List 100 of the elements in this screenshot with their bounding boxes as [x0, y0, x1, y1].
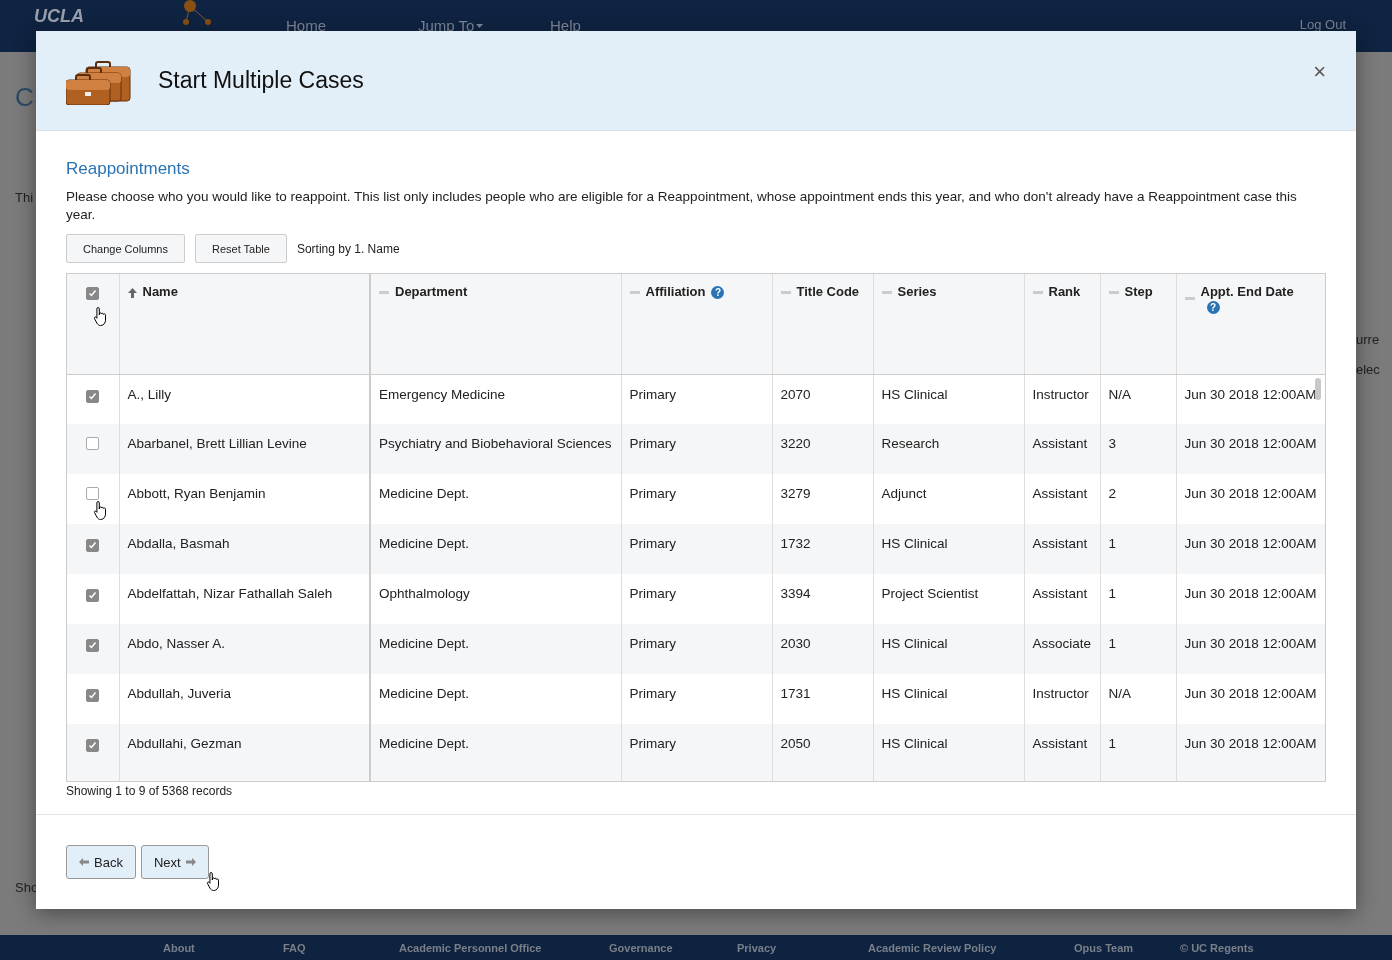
table-cell: Primary	[629, 636, 676, 651]
table-cell: 2030	[780, 636, 811, 651]
table-cell: 1732	[780, 536, 811, 551]
sort-ascending-icon[interactable]	[127, 287, 137, 298]
table-cell: Jun 30 2018 12:00AM	[1184, 636, 1317, 651]
checkbox[interactable]	[86, 287, 100, 300]
scrollbar-thumb[interactable]	[1315, 378, 1321, 400]
table-cell: Abdelfattah, Nizar Fathallah Saleh	[127, 586, 333, 601]
table-cell: 3279	[780, 486, 811, 501]
checkbox[interactable]	[86, 437, 100, 450]
column-header[interactable]: Series	[897, 284, 937, 299]
sort-none-icon[interactable]	[881, 291, 892, 295]
checkmark-icon	[88, 391, 98, 401]
table-cell: 3	[1108, 436, 1116, 451]
table-cell: Instructor	[1032, 386, 1089, 402]
next-button[interactable]: Next	[140, 845, 209, 879]
table-cell: Assistant	[1032, 436, 1088, 451]
table-cell: Jun 30 2018 12:00AM	[1184, 486, 1317, 501]
table-cell: HS Clinical	[881, 686, 948, 701]
table-cell: 1	[1108, 586, 1116, 601]
table-cell: Primary	[629, 536, 676, 551]
checkbox[interactable]	[86, 639, 100, 652]
table-cell: Abdullahi, Gezman	[127, 736, 242, 751]
table-cell: Adjunct	[881, 486, 927, 501]
hand-cursor-icon	[93, 500, 109, 521]
sort-none-icon[interactable]	[1184, 297, 1195, 301]
table-cell: Jun 30 2018 12:00AM	[1184, 586, 1317, 601]
sort-none-icon[interactable]	[1108, 291, 1119, 295]
checkmark-icon	[88, 289, 98, 298]
toolbar-button[interactable]: Change Columns	[66, 234, 185, 263]
table-cell: Jun 30 2018 12:00AM	[1184, 436, 1317, 451]
checkbox[interactable]	[86, 487, 100, 500]
table-cell: Medicine Dept.	[379, 536, 470, 551]
table-cell: 3394	[780, 586, 811, 601]
footer-link[interactable]: Governance	[609, 941, 737, 954]
footer-link[interactable]: Academic Review Policy	[868, 941, 1074, 954]
table-cell: Abdalla, Basmah	[127, 536, 230, 551]
table-cell: HS Clinical	[881, 636, 948, 651]
table-cell: Jun 30 2018 12:00AM	[1184, 686, 1317, 701]
footer-link[interactable]: Privacy	[737, 941, 868, 954]
table-cell: Assistant	[1032, 486, 1088, 501]
table-cell: HS Clinical	[881, 736, 948, 751]
toolbar-button[interactable]: Reset Table	[195, 234, 287, 263]
checkmark-icon	[88, 591, 98, 600]
column-header[interactable]: Affiliation	[645, 284, 706, 299]
checkbox[interactable]	[86, 689, 100, 702]
table-cell: Medicine Dept.	[379, 686, 470, 701]
table-cell: elec	[1356, 362, 1380, 377]
column-header[interactable]: Rank	[1048, 284, 1081, 299]
hand-cursor-icon	[206, 871, 222, 892]
footer-link[interactable]: Opus Team	[1074, 941, 1180, 954]
table-cell: HS Clinical	[881, 386, 948, 402]
sort-none-icon[interactable]	[1032, 291, 1043, 295]
logout-link[interactable]: Log Out	[1299, 17, 1346, 32]
footer-link[interactable]: About	[163, 941, 283, 954]
back-button[interactable]: Back	[66, 845, 136, 879]
sorting-text: Sorting by 1. Name	[296, 241, 400, 256]
table-cell: Ophthalmology	[379, 586, 470, 601]
footer-link[interactable]: Academic Personnel Office	[399, 941, 609, 954]
help-icon[interactable]: ?	[1206, 301, 1220, 315]
column-header[interactable]: Step	[1124, 284, 1153, 299]
checkbox[interactable]	[86, 589, 100, 602]
table-cell: Primary	[629, 686, 676, 701]
intro-text: Thi	[15, 190, 34, 205]
sort-none-icon[interactable]	[629, 291, 640, 295]
table-cell: 2	[1108, 486, 1116, 501]
section-title: Reappointments	[66, 159, 191, 179]
table-cell: Abarbanel, Brett Lillian Levine	[127, 436, 307, 451]
table-cell: Primary	[629, 586, 676, 601]
checkmark-icon	[88, 741, 98, 750]
footer-link[interactable]: FAQ	[283, 941, 399, 954]
sort-none-icon[interactable]	[780, 291, 791, 295]
checkbox[interactable]	[86, 389, 100, 403]
table-cell: 1	[1108, 536, 1116, 551]
footer-link[interactable]: © UC Regents	[1180, 941, 1280, 954]
close-button[interactable]: ×	[1313, 61, 1326, 83]
table-cell: Primary	[629, 486, 676, 501]
column-header[interactable]: Name	[142, 284, 178, 299]
table-cell: Primary	[629, 436, 676, 451]
nav-link[interactable]: Home	[286, 17, 326, 34]
nav-link[interactable]: Jump To	[418, 17, 484, 34]
checkmark-icon	[88, 541, 98, 550]
table-cell: Medicine Dept.	[379, 636, 470, 651]
column-header[interactable]: Title Code	[796, 284, 860, 299]
checkbox[interactable]	[86, 739, 100, 752]
table-cell: 2050	[780, 736, 811, 751]
records-text: Showing 1 to 9 of 5368 records	[66, 784, 234, 798]
brand-mark: UCLA	[34, 6, 84, 27]
checkmark-icon	[88, 691, 98, 700]
table-cell: 1731	[780, 686, 811, 701]
arrow-left-icon	[79, 858, 89, 866]
column-header[interactable]: Appt. End Date	[1200, 284, 1294, 299]
nav-link[interactable]: Help	[550, 17, 581, 34]
checkbox[interactable]	[86, 539, 100, 552]
table-cell: N/A	[1108, 386, 1131, 402]
sort-none-icon[interactable]	[379, 291, 389, 295]
help-icon[interactable]: ?	[711, 286, 725, 300]
arrow-right-icon	[185, 858, 196, 866]
column-header[interactable]: Department	[395, 284, 468, 299]
table-cell: 1	[1108, 636, 1116, 651]
